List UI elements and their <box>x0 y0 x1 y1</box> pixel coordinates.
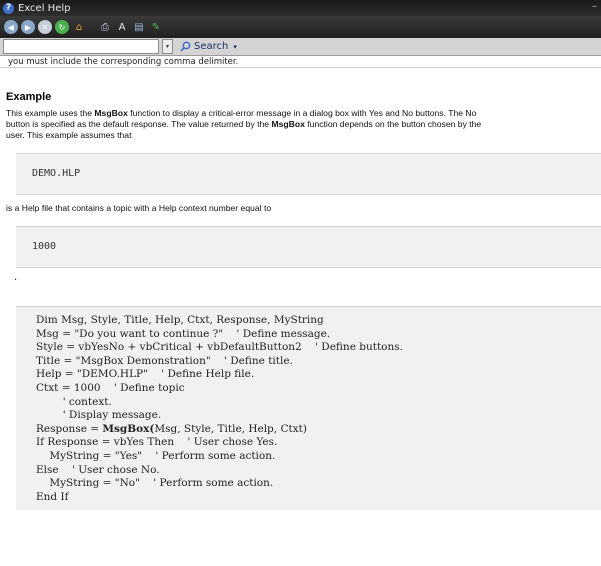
truncated-text: you must include the corresponding comma… <box>0 56 601 68</box>
search-button-chevron-icon: ▾ <box>233 42 237 51</box>
home-icon: ⌂ <box>75 21 83 33</box>
text-size-icon: A <box>118 21 126 33</box>
keep-on-top-button[interactable]: ✎ <box>149 20 163 34</box>
code-function-keyword: MsgBox( <box>102 422 155 435</box>
code-sample-filename: DEMO.HLP <box>16 153 601 195</box>
paragraph-text: function depends on the button chosen by… <box>304 119 482 129</box>
code-line: Title = "MsgBox Demonstration" ' Define … <box>36 354 293 367</box>
period-text: . <box>14 272 18 283</box>
code-line: Else ' User chose No. <box>36 463 160 476</box>
description-paragraph: This example uses the MsgBox function to… <box>6 108 601 141</box>
home-button[interactable]: ⌂ <box>72 20 86 34</box>
description-line-2: button is specified as the default respo… <box>6 119 601 130</box>
code-line: Help = "DEMO.HLP" ' Define Help file. <box>36 368 255 381</box>
paragraph-text: button is specified as the default respo… <box>6 119 272 129</box>
code-line: MyString = "No" ' Perform some action. <box>36 477 274 490</box>
code-example-block: Dim Msg, Style, Title, Help, Ctxt, Respo… <box>16 306 601 511</box>
stop-button[interactable]: ✕ <box>38 20 52 34</box>
print-icon: ⎙ <box>101 21 109 33</box>
toolbar: ◀ ▶ ✕ ↻ ⌂ ⎙ A ▤ ✎ <box>0 16 601 38</box>
forward-button[interactable]: ▶ <box>21 20 35 34</box>
search-scope-dropdown[interactable]: ▾ <box>162 39 173 54</box>
search-icon <box>180 41 191 52</box>
paragraph-text: function to display a critical-error mes… <box>127 108 477 118</box>
code-line: Dim Msg, Style, Title, Help, Ctxt, Respo… <box>36 314 324 326</box>
forward-icon: ▶ <box>24 22 32 32</box>
stop-icon: ✕ <box>41 22 49 32</box>
code-line: If Response = vbYes Then ' User chose Ye… <box>36 436 278 449</box>
function-name-text: MsgBox <box>94 108 128 118</box>
print-button[interactable]: ⎙ <box>98 20 112 34</box>
code-line: Style = vbYesNo + vbCritical + vbDefault… <box>36 341 403 354</box>
help-file-paragraph: is a Help file that contains a topic wit… <box>6 203 272 213</box>
code-line: ' Display message. <box>36 409 162 422</box>
code-line: MyString = "Yes" ' Perform some action. <box>36 449 276 462</box>
code-line: End If <box>36 490 69 503</box>
description-line-3: user. This example assumes that <box>6 130 132 140</box>
minimize-button[interactable]: – <box>592 1 597 12</box>
text-size-button[interactable]: A <box>115 20 129 34</box>
chevron-down-icon: ▾ <box>165 43 169 50</box>
toc-button[interactable]: ▤ <box>132 20 146 34</box>
paragraph-text: This example uses the <box>6 108 95 118</box>
refresh-button[interactable]: ↻ <box>55 20 69 34</box>
refresh-icon: ↻ <box>58 22 66 32</box>
code-line: Msg = "Do you want to continue ?" ' Defi… <box>36 327 331 340</box>
search-input[interactable] <box>3 39 159 54</box>
back-button[interactable]: ◀ <box>4 20 18 34</box>
description-line-1: This example uses the MsgBox function to… <box>6 108 601 119</box>
title-bar: ? Excel Help – <box>0 0 601 16</box>
code-sample-context-number: 1000 <box>16 226 601 268</box>
code-line: Response = MsgBox(Msg, Style, Title, Hel… <box>36 422 307 435</box>
back-icon: ◀ <box>7 22 15 32</box>
pin-icon: ✎ <box>151 21 161 33</box>
search-button[interactable]: Search ▾ <box>180 41 237 52</box>
code-line: ' context. <box>36 395 112 408</box>
window-title: Excel Help <box>18 2 71 14</box>
help-content: you must include the corresponding comma… <box>0 56 601 566</box>
search-bar: ▾ Search ▾ <box>0 38 601 56</box>
code-line: Ctxt = 1000 ' Define topic <box>36 381 185 394</box>
help-app-icon: ? <box>3 2 14 14</box>
search-button-label: Search <box>194 41 229 52</box>
function-name-text: MsgBox <box>271 119 305 129</box>
book-icon: ▤ <box>134 21 144 33</box>
section-heading: Example <box>6 91 52 103</box>
